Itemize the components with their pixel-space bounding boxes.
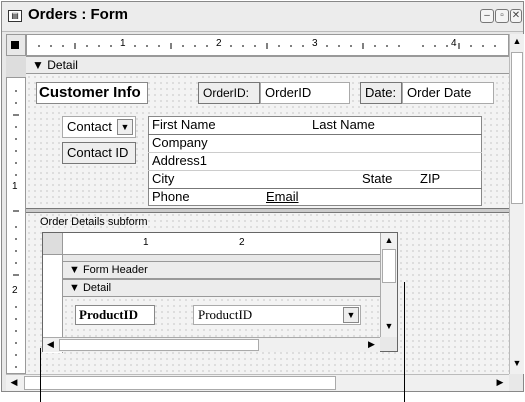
section-divider — [26, 208, 509, 213]
scroll-down-icon[interactable]: ▼ — [510, 356, 524, 372]
callout-line-right — [404, 282, 405, 402]
subform-detail-label: Detail — [82, 282, 112, 294]
section-arrow-icon: ▼ — [69, 282, 80, 294]
window-title: Orders : Form — [28, 6, 129, 23]
scroll-left-icon[interactable]: ◀ — [6, 375, 22, 391]
restore-icon[interactable]: ▫ — [495, 9, 509, 23]
order-id-label: OrderID: — [198, 82, 260, 104]
contact-combo[interactable]: Contact ▼ — [62, 116, 136, 138]
contact-combo-value: Contact — [67, 119, 112, 134]
main-horizontal-scrollbar[interactable]: ◀ ▶ — [6, 374, 509, 391]
company-field[interactable]: Company — [148, 134, 482, 152]
title-bar: ▤ Orders : Form – ▫ ✕ — [2, 2, 523, 32]
main-vertical-scrollbar[interactable]: ▲ ▼ — [509, 34, 524, 374]
contact-id-button[interactable]: Contact ID — [62, 142, 136, 164]
ruler-ticks — [38, 43, 496, 49]
vruler-mark-2: 2 — [12, 285, 18, 296]
ruler-mark-4: 4 — [451, 38, 457, 49]
detail-section-selector[interactable] — [6, 56, 26, 78]
order-id-field[interactable]: OrderID — [260, 82, 350, 104]
order-date-field[interactable]: Order Date — [402, 82, 494, 104]
form-header-label: Form Header — [82, 264, 148, 276]
form-icon: ▤ — [8, 10, 22, 22]
chevron-down-icon[interactable]: ▼ — [343, 307, 359, 323]
subform-scroll-thumb[interactable] — [382, 249, 396, 283]
scroll-up-icon[interactable]: ▲ — [381, 233, 397, 249]
ruler-mark-1: 1 — [120, 38, 126, 49]
subform-ruler: 1 2 — [63, 233, 380, 255]
main-hscroll-thumb[interactable] — [24, 376, 336, 390]
order-details-subform[interactable]: 1 2 ▼ Form Header ▼ Detail ProductID Pro… — [42, 232, 398, 353]
subform-vertical-scrollbar[interactable]: ▲ ▼ — [380, 233, 397, 337]
scroll-left-icon[interactable]: ◀ — [43, 338, 58, 352]
product-id-value: ProductID — [198, 307, 253, 322]
subform-ruler-mark-2: 2 — [239, 237, 245, 248]
subform-horizontal-scrollbar[interactable]: ◀ ▶ — [43, 337, 380, 352]
address1-field[interactable]: Address1 — [148, 152, 482, 170]
customer-info-label: Customer Info — [36, 82, 148, 104]
scroll-up-icon[interactable]: ▲ — [510, 34, 524, 50]
chevron-down-icon[interactable]: ▼ — [117, 119, 133, 135]
callout-line-left — [40, 348, 41, 402]
minimize-icon[interactable]: – — [480, 9, 494, 23]
scroll-down-icon[interactable]: ▼ — [381, 319, 397, 335]
subform-ruler-mark-1: 1 — [143, 237, 149, 248]
detail-section-bar[interactable]: ▼ Detail — [26, 56, 509, 74]
address-divider — [148, 170, 482, 171]
horizontal-ruler: 1 2 3 4 — [26, 34, 509, 56]
subform-detail-bar[interactable]: ▼ Detail — [63, 279, 380, 297]
product-id-combo[interactable]: ProductID ▼ — [193, 305, 361, 325]
zip-field[interactable]: ZIP — [416, 170, 482, 188]
detail-section-label: Detail — [47, 58, 78, 72]
form-selector[interactable] — [6, 34, 26, 56]
design-surface: ▼ Detail Customer Info OrderID: OrderID … — [26, 56, 509, 374]
state-field[interactable]: State — [358, 170, 416, 188]
vruler-ticks — [13, 90, 19, 368]
ruler-mark-2: 2 — [216, 38, 222, 49]
subform-form-header-bar[interactable]: ▼ Form Header — [63, 261, 380, 279]
first-name-field[interactable]: First Name — [148, 116, 308, 134]
vertical-ruler: 1 2 — [6, 56, 26, 374]
address-divider — [148, 134, 482, 135]
last-name-field[interactable]: Last Name — [308, 116, 482, 134]
vruler-mark-1: 1 — [12, 181, 18, 192]
subform-label: Order Details subform — [40, 216, 148, 228]
ruler-mark-3: 3 — [312, 38, 318, 49]
date-label: Date: — [360, 82, 402, 104]
close-icon[interactable]: ✕ — [510, 9, 522, 23]
scroll-right-icon[interactable]: ▶ — [492, 375, 508, 391]
section-arrow-icon: ▼ — [32, 58, 44, 72]
form-window: ▤ Orders : Form – ▫ ✕ 1 2 3 4 1 2 ▼ Deta… — [1, 1, 524, 392]
phone-field[interactable]: Phone — [148, 188, 258, 206]
section-arrow-icon: ▼ — [69, 264, 80, 276]
address-divider — [148, 188, 482, 189]
subform-hscroll-thumb[interactable] — [59, 339, 259, 351]
main-scroll-thumb[interactable] — [511, 52, 523, 204]
email-field[interactable]: Email — [262, 188, 482, 206]
scroll-right-icon[interactable]: ▶ — [364, 338, 379, 352]
product-id-label: ProductID — [75, 305, 155, 325]
city-field[interactable]: City — [148, 170, 358, 188]
subform-selector[interactable] — [43, 233, 63, 255]
address-divider — [148, 152, 482, 153]
form-selector-square — [11, 41, 19, 49]
